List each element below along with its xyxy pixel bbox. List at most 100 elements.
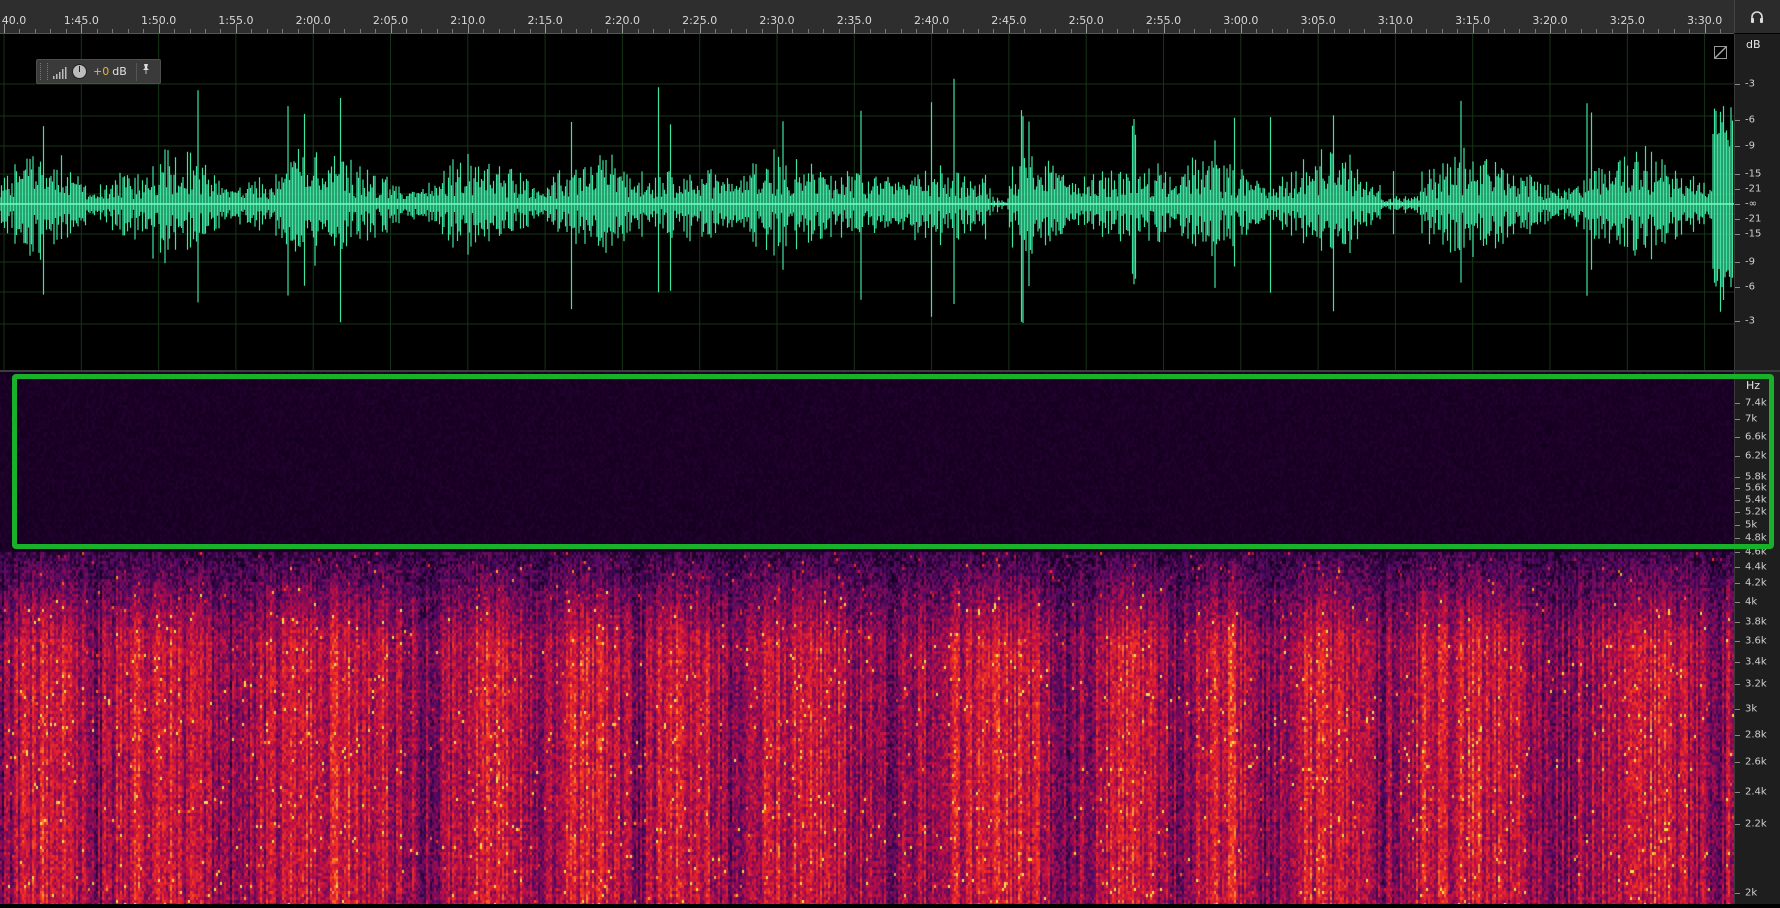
db-tick bbox=[1735, 321, 1740, 322]
time-tick-minor bbox=[514, 29, 516, 33]
time-tick-minor bbox=[34, 29, 36, 33]
time-tick-minor bbox=[962, 29, 964, 33]
hz-label: 2.4k bbox=[1745, 786, 1767, 798]
time-tick-minor bbox=[1689, 29, 1691, 33]
hz-label: 3.6k bbox=[1745, 635, 1767, 647]
time-tick-minor bbox=[1148, 29, 1150, 33]
db-tick bbox=[1735, 234, 1740, 235]
time-tick-minor bbox=[684, 29, 686, 33]
time-tick-minor bbox=[637, 29, 639, 33]
time-tick-major bbox=[777, 24, 778, 33]
time-tick-minor bbox=[282, 29, 284, 33]
time-tick-minor bbox=[1070, 29, 1072, 33]
hz-tick bbox=[1735, 709, 1740, 710]
time-tick-minor bbox=[1302, 29, 1304, 33]
hz-tick bbox=[1735, 567, 1740, 568]
time-ruler[interactable]: 40.0 1:45.0 1:50.0 1:55.0 2:00.0 2:05.0 2:10.0… bbox=[0, 0, 1734, 34]
hz-label: 3k bbox=[1745, 703, 1758, 715]
hz-label: 2.6k bbox=[1745, 756, 1767, 768]
amplitude-scale[interactable]: dB -3 -6 -9 -15 -21 -∞ -21 -15 -9 -6 -3 bbox=[1734, 34, 1780, 370]
gain-value[interactable]: +0 bbox=[93, 65, 109, 78]
time-tick-minor bbox=[1503, 29, 1505, 33]
time-tick-minor bbox=[1611, 29, 1613, 33]
db-tick bbox=[1735, 146, 1740, 147]
time-tick-major bbox=[1627, 24, 1629, 33]
hz-label: 3.4k bbox=[1745, 656, 1767, 668]
time-tick-minor bbox=[1658, 29, 1660, 33]
hz-label: 2.8k bbox=[1745, 729, 1767, 741]
time-tick-minor bbox=[1117, 29, 1119, 33]
db-tick bbox=[1735, 189, 1740, 190]
time-tick-major bbox=[1704, 24, 1706, 33]
time-tick-minor bbox=[96, 29, 98, 33]
volume-knob-icon[interactable] bbox=[72, 64, 87, 79]
hz-tick bbox=[1735, 641, 1740, 642]
time-tick-major bbox=[622, 24, 624, 33]
time-tick-major bbox=[1318, 24, 1320, 33]
level-meter-icon bbox=[52, 65, 68, 79]
hud-gain-control[interactable]: +0 dB bbox=[36, 59, 161, 84]
waveform-display[interactable] bbox=[0, 34, 1734, 370]
time-tick-minor bbox=[838, 29, 840, 33]
headphones-icon[interactable] bbox=[1749, 9, 1765, 25]
time-tick-minor bbox=[328, 29, 330, 33]
time-tick-minor bbox=[792, 29, 794, 33]
db-label: -9 bbox=[1745, 256, 1755, 268]
time-tick-minor bbox=[1024, 29, 1026, 33]
db-label: -15 bbox=[1745, 168, 1762, 180]
time-tick-major bbox=[467, 24, 469, 33]
time-tick-major bbox=[1086, 24, 1088, 33]
time-tick-major bbox=[81, 24, 83, 33]
time-tick-minor bbox=[1534, 29, 1536, 33]
time-tick-minor bbox=[1596, 29, 1598, 33]
time-tick-minor bbox=[19, 29, 21, 33]
hz-tick bbox=[1735, 824, 1740, 825]
db-tick bbox=[1735, 219, 1740, 220]
time-tick-minor bbox=[344, 29, 346, 33]
time-tick-minor bbox=[1271, 29, 1273, 33]
db-label: -3 bbox=[1745, 315, 1755, 327]
time-tick-minor bbox=[606, 29, 608, 33]
time-tick-minor bbox=[1287, 29, 1289, 33]
hz-tick bbox=[1735, 622, 1740, 623]
time-tick-minor bbox=[436, 29, 438, 33]
time-tick-minor bbox=[1426, 29, 1428, 33]
db-label: -∞ bbox=[1745, 198, 1757, 210]
hz-tick bbox=[1735, 583, 1740, 584]
db-label: -15 bbox=[1745, 228, 1762, 240]
time-tick-minor bbox=[1194, 29, 1196, 33]
spectral-selection-box[interactable] bbox=[12, 374, 1774, 549]
time-tick-major bbox=[313, 24, 315, 33]
time-tick-minor bbox=[1333, 29, 1335, 33]
db-unit-label: dB bbox=[1746, 38, 1761, 51]
time-tick-minor bbox=[50, 29, 52, 33]
hz-label: 3.2k bbox=[1745, 678, 1767, 690]
db-tick bbox=[1735, 174, 1740, 175]
time-tick-minor bbox=[1132, 29, 1134, 33]
time-tick-minor bbox=[483, 29, 485, 33]
time-tick-minor bbox=[1379, 29, 1381, 33]
time-tick-minor bbox=[807, 29, 809, 33]
time-tick-minor bbox=[591, 29, 593, 33]
time-tick-minor bbox=[189, 29, 191, 33]
time-tick-minor bbox=[266, 29, 268, 33]
hz-label: 4k bbox=[1745, 596, 1758, 608]
pin-icon[interactable] bbox=[136, 62, 155, 81]
db-label: -9 bbox=[1745, 140, 1755, 152]
time-tick-minor bbox=[761, 29, 763, 33]
time-tick-minor bbox=[916, 29, 918, 33]
hz-label: 2k bbox=[1745, 887, 1758, 899]
time-tick-minor bbox=[1457, 29, 1459, 33]
time-tick-major bbox=[545, 24, 547, 33]
time-tick-minor bbox=[1441, 29, 1443, 33]
time-tick-minor bbox=[65, 29, 67, 33]
time-tick-minor bbox=[1349, 29, 1351, 33]
time-tick-minor bbox=[1101, 29, 1103, 33]
hud-grip-handle[interactable] bbox=[40, 63, 48, 80]
monitor-toggle[interactable] bbox=[1734, 0, 1780, 33]
time-tick-minor bbox=[1580, 29, 1582, 33]
db-label: -21 bbox=[1745, 213, 1762, 225]
db-label: -6 bbox=[1745, 114, 1755, 126]
hz-tick bbox=[1735, 552, 1740, 553]
fit-view-icon[interactable] bbox=[1714, 46, 1727, 59]
